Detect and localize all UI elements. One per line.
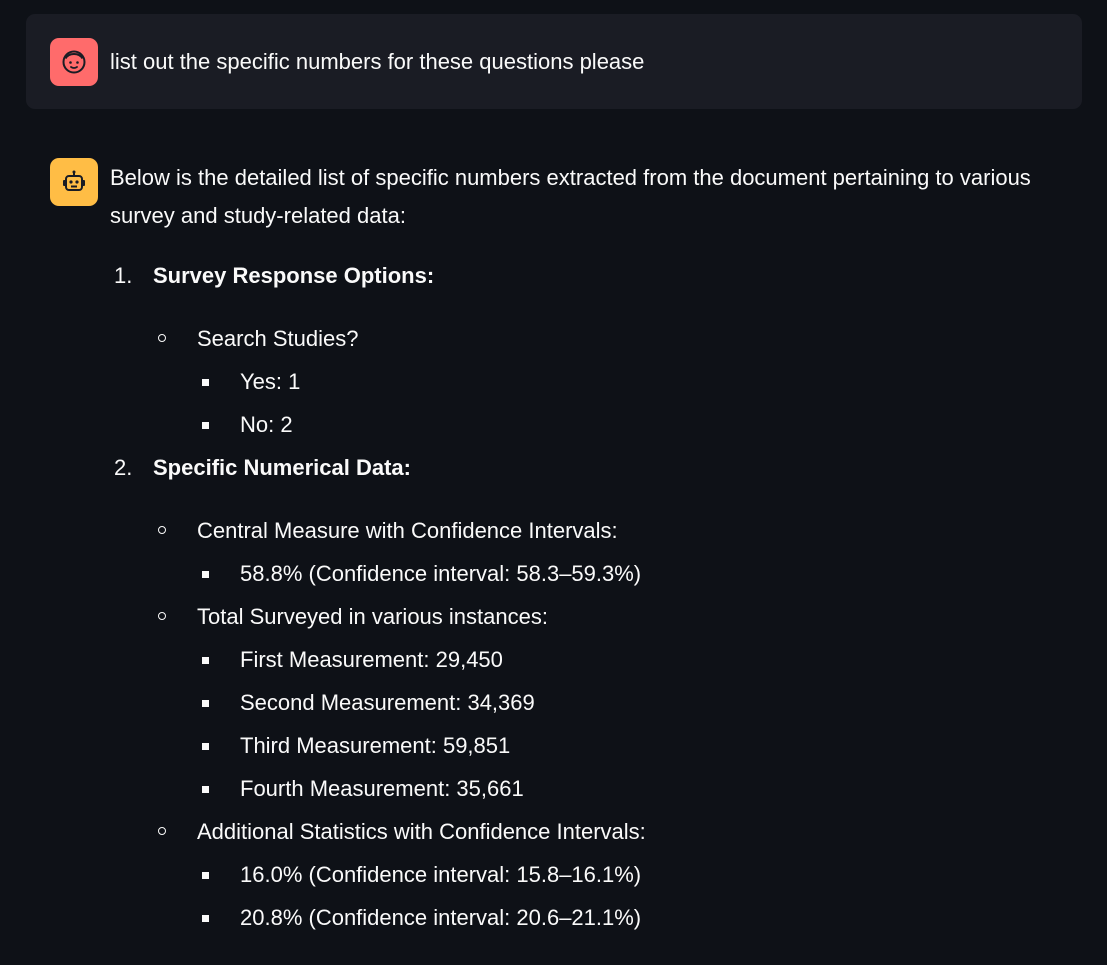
chat-page: list out the specific numbers for these … (0, 0, 1107, 965)
robot-icon (63, 170, 85, 191)
square-bullet-icon (202, 743, 209, 750)
nested-list-item: First Measurement: 29,450 (110, 641, 1070, 679)
section-heading: Specific Numerical Data: (153, 455, 411, 480)
sub-list: Central Measure with Confidence Interval… (110, 512, 1070, 937)
square-bullet-icon (202, 657, 209, 664)
nested-list-item: Fourth Measurement: 35,661 (110, 770, 1070, 808)
list-section: 1. Survey Response Options: Search Studi… (110, 257, 1070, 444)
list-item-label: Additional Statistics with Confidence In… (197, 819, 646, 844)
user-avatar (50, 38, 98, 86)
nested-item-text: Third Measurement: 59,851 (240, 733, 511, 758)
nested-item-text: 58.8% (Confidence interval: 58.3–59.3%) (240, 561, 642, 586)
section-number: 2. (114, 455, 133, 480)
nested-list-item: Second Measurement: 34,369 (110, 684, 1070, 722)
square-bullet-icon (202, 872, 209, 879)
user-message-text: list out the specific numbers for these … (110, 49, 645, 74)
nested-item-text: Yes: 1 (240, 369, 301, 394)
list-item-label: Search Studies? (197, 326, 359, 351)
nested-list-item: 16.0% (Confidence interval: 15.8–16.1%) (110, 856, 1070, 894)
nested-item-text: No: 2 (240, 412, 293, 437)
list-item: Central Measure with Confidence Interval… (110, 512, 1070, 593)
list-item: Search Studies? Yes: 1 No: 2 (110, 320, 1070, 444)
nested-list-item: Third Measurement: 59,851 (110, 727, 1070, 765)
circle-bullet-icon (158, 334, 166, 342)
nested-item-text: 20.8% (Confidence interval: 20.6–21.1%) (240, 905, 642, 930)
list-item: Additional Statistics with Confidence In… (110, 813, 1070, 937)
circle-bullet-icon (158, 612, 166, 620)
square-bullet-icon (202, 915, 209, 922)
square-bullet-icon (202, 422, 209, 429)
nested-list: 16.0% (Confidence interval: 15.8–16.1%) … (110, 856, 1070, 937)
nested-list-item: Yes: 1 (110, 363, 1070, 401)
user-message: list out the specific numbers for these … (26, 14, 1082, 109)
sub-list: Search Studies? Yes: 1 No: 2 (110, 320, 1070, 444)
square-bullet-icon (202, 379, 209, 386)
nested-list: First Measurement: 29,450 Second Measure… (110, 641, 1070, 808)
list-item-label: Central Measure with Confidence Interval… (197, 518, 618, 543)
square-bullet-icon (202, 786, 209, 793)
user-face-icon (62, 50, 86, 74)
square-bullet-icon (202, 571, 209, 578)
assistant-intro: Below is the detailed list of specific n… (110, 165, 1031, 228)
circle-bullet-icon (158, 526, 166, 534)
nested-list: 58.8% (Confidence interval: 58.3–59.3%) (110, 555, 1070, 593)
nested-item-text: Second Measurement: 34,369 (240, 690, 535, 715)
nested-list-item: No: 2 (110, 406, 1070, 444)
square-bullet-icon (202, 700, 209, 707)
section-heading: Survey Response Options: (153, 263, 435, 288)
list-section: 2. Specific Numerical Data: Central Meas… (110, 449, 1070, 937)
assistant-avatar (50, 158, 98, 206)
numbered-list: 1. Survey Response Options: Search Studi… (110, 257, 1070, 937)
nested-item-text: First Measurement: 29,450 (240, 647, 503, 672)
list-item: Total Surveyed in various instances: Fir… (110, 598, 1070, 808)
nested-item-text: Fourth Measurement: 35,661 (240, 776, 524, 801)
nested-list: Yes: 1 No: 2 (110, 363, 1070, 444)
nested-list-item: 20.8% (Confidence interval: 20.6–21.1%) (110, 899, 1070, 937)
section-number: 1. (114, 263, 133, 288)
assistant-message: Below is the detailed list of specific n… (110, 159, 1070, 942)
nested-list-item: 58.8% (Confidence interval: 58.3–59.3%) (110, 555, 1070, 593)
circle-bullet-icon (158, 827, 166, 835)
nested-item-text: 16.0% (Confidence interval: 15.8–16.1%) (240, 862, 642, 887)
list-item-label: Total Surveyed in various instances: (197, 604, 548, 629)
